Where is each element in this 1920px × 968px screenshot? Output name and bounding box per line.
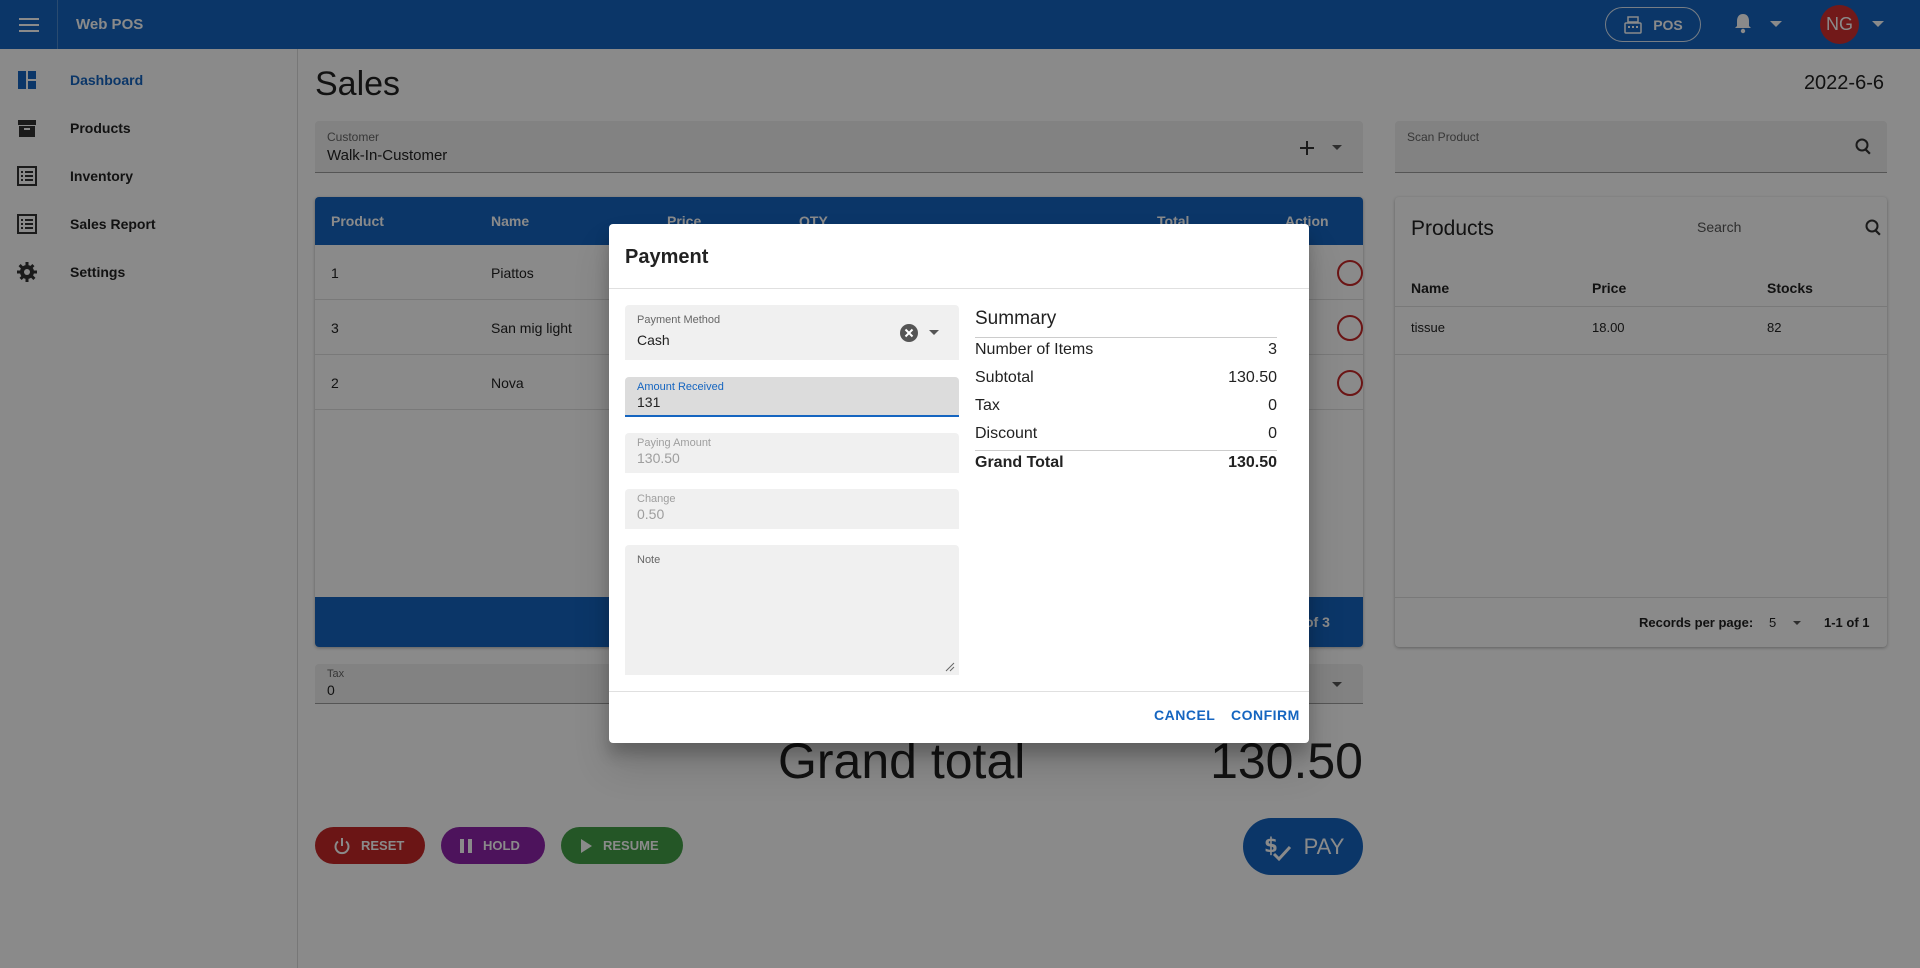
amount-received-input[interactable]: Amount Received 131 (625, 377, 959, 417)
summary-row: Discount 0 (975, 422, 1277, 446)
summary-value: 130.50 (1228, 454, 1277, 471)
cancel-button[interactable]: CANCEL (1154, 707, 1215, 723)
summary-label: Discount (975, 425, 1038, 442)
divider (609, 288, 1309, 289)
payment-method-dropdown-icon[interactable] (929, 330, 939, 335)
amount-received-label: Amount Received (637, 381, 724, 393)
summary-value: 0 (1268, 397, 1277, 414)
summary-row: Number of Items 3 (975, 338, 1277, 362)
summary-value: 130.50 (1228, 369, 1277, 386)
amount-received-value: 131 (637, 394, 661, 410)
summary-label: Subtotal (975, 369, 1034, 386)
payment-method-select[interactable]: Payment Method Cash (625, 305, 959, 360)
note-textarea[interactable]: Note (625, 545, 959, 675)
change-field: Change 0.50 (625, 489, 959, 529)
change-label: Change (637, 493, 676, 505)
payment-method-value: Cash (637, 332, 670, 348)
summary-row: Subtotal 130.50 (975, 366, 1277, 390)
summary-label: Grand Total (975, 454, 1064, 471)
payment-method-label: Payment Method (637, 314, 721, 326)
divider (609, 691, 1309, 692)
resize-handle-icon[interactable] (945, 662, 955, 672)
paying-amount-field: Paying Amount 130.50 (625, 433, 959, 473)
summary-label: Number of Items (975, 341, 1094, 358)
clear-icon[interactable] (899, 323, 919, 343)
paying-amount-value: 130.50 (637, 450, 680, 466)
change-value: 0.50 (637, 506, 665, 522)
paying-amount-label: Paying Amount (637, 437, 711, 449)
dialog-title: Payment (625, 246, 709, 268)
summary-value: 3 (1268, 341, 1277, 358)
confirm-button[interactable]: CONFIRM (1231, 707, 1300, 723)
summary-label: Tax (975, 397, 1000, 414)
payment-dialog: Payment Payment Method Cash Amount Recei… (609, 224, 1309, 743)
summary-value: 0 (1268, 425, 1277, 442)
summary-row-grand-total: Grand Total 130.50 (975, 451, 1277, 475)
summary-row: Tax 0 (975, 394, 1277, 418)
summary-title: Summary (975, 308, 1057, 329)
note-label: Note (637, 554, 661, 566)
